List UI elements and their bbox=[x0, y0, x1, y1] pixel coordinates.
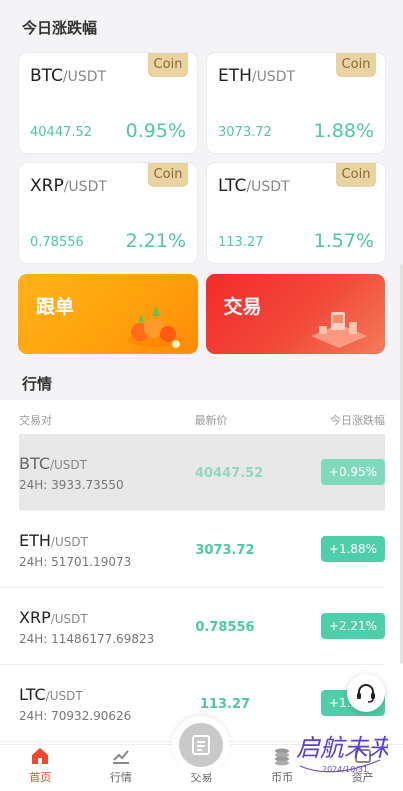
ticker-card-ltc[interactable]: LTC/USDT Coin 113.27 1.57% bbox=[206, 162, 386, 264]
tab-market-label: 行情 bbox=[109, 771, 132, 784]
customer-support-button[interactable] bbox=[347, 674, 385, 712]
card-pair: BTC/USDT bbox=[30, 66, 106, 86]
row-base: XRP bbox=[19, 608, 51, 627]
coin-tag: Coin bbox=[336, 53, 376, 77]
tab-market[interactable]: 行情 bbox=[81, 745, 162, 791]
row-volume: 24H: 3933.73550 bbox=[19, 478, 124, 492]
card-change: 2.21% bbox=[125, 230, 186, 252]
trade-label: 交易 bbox=[223, 296, 262, 318]
row-volume: 24H: 11486177.69823 bbox=[19, 632, 155, 646]
row-base: LTC bbox=[19, 685, 46, 704]
col-pair: 交易对 bbox=[19, 414, 52, 427]
row-last-price: 0.78556 bbox=[195, 620, 255, 635]
watermark-text: 启航未来 bbox=[296, 734, 388, 762]
home-icon bbox=[32, 748, 49, 764]
coin-tag: Coin bbox=[336, 163, 376, 187]
card-change: 0.95% bbox=[125, 120, 186, 142]
row-last-price: 113.27 bbox=[199, 697, 251, 712]
row-quote: /USDT bbox=[50, 612, 88, 626]
row-pair: LTC/USDT bbox=[19, 685, 83, 704]
ticker-card-eth[interactable]: ETH/USDT Coin 3073.72 1.88% bbox=[206, 52, 386, 154]
card-pair: ETH/USDT bbox=[218, 66, 295, 86]
today-title: 今日涨跌幅 bbox=[22, 19, 98, 37]
headset-icon bbox=[357, 684, 375, 703]
market-list: 交易对 最新价 今日涨跌幅 BTC/USDT 24H: 3933.73550 4… bbox=[0, 400, 403, 742]
card-base: ETH bbox=[218, 66, 252, 86]
row-quote: /USDT bbox=[45, 689, 83, 703]
card-base: LTC bbox=[218, 176, 247, 196]
trade-banner[interactable]: 交易 bbox=[205, 274, 385, 354]
coin-tag: Coin bbox=[148, 53, 188, 77]
card-quote: /USDT bbox=[246, 179, 290, 195]
card-pair: XRP/USDT bbox=[30, 176, 107, 196]
fruit-illustration-icon bbox=[127, 306, 184, 348]
row-last-price: 3073.72 bbox=[195, 543, 255, 558]
trade-center-button[interactable] bbox=[172, 716, 230, 774]
row-volume: 24H: 51701.19073 bbox=[19, 555, 132, 569]
row-quote: /USDT bbox=[49, 458, 87, 472]
card-price: 3073.72 bbox=[218, 125, 272, 140]
market-row-btc[interactable]: BTC/USDT 24H: 3933.73550 40447.52 +0.95% bbox=[19, 434, 385, 511]
card-pair: LTC/USDT bbox=[218, 176, 290, 196]
row-change-badge: +1.88% bbox=[321, 536, 385, 562]
watermark-logo: 启航未来 2024/10/31 bbox=[296, 734, 388, 774]
card-change: 1.57% bbox=[313, 230, 374, 252]
feature-banners: 跟单 交易 bbox=[0, 264, 403, 360]
row-change-badge: +2.21% bbox=[321, 613, 385, 639]
row-pair: XRP/USDT bbox=[19, 608, 88, 627]
row-volume: 24H: 70932.90626 bbox=[19, 709, 132, 723]
trade-center-inner bbox=[179, 723, 223, 767]
col-last-price: 最新价 bbox=[194, 414, 228, 427]
market-row-xrp[interactable]: XRP/USDT 24H: 11486177.69823 0.78556 +2.… bbox=[0, 588, 385, 665]
row-pair: BTC/USDT bbox=[19, 454, 87, 473]
row-base: BTC bbox=[19, 454, 50, 473]
row-change-badge: +0.95% bbox=[321, 459, 385, 485]
trading-platform-icon bbox=[311, 312, 367, 348]
card-price: 0.78556 bbox=[30, 235, 84, 250]
market-title: 行情 bbox=[22, 375, 53, 393]
row-pair: ETH/USDT bbox=[19, 531, 88, 550]
today-section-title: 今日涨跌幅 bbox=[0, 0, 403, 44]
tab-home-label: 首页 bbox=[29, 771, 52, 784]
coins-icon bbox=[275, 748, 290, 766]
copy-trading-banner[interactable]: 跟单 bbox=[18, 274, 198, 354]
tab-home[interactable]: 首页 bbox=[0, 745, 81, 791]
card-quote: /USDT bbox=[62, 69, 107, 85]
market-section-title: 行情 bbox=[0, 360, 403, 400]
card-base: BTC bbox=[30, 66, 63, 86]
card-price: 113.27 bbox=[218, 235, 264, 250]
tab-coins-label: 币币 bbox=[271, 771, 294, 784]
chart-icon bbox=[112, 750, 129, 764]
copy-trading-label: 跟单 bbox=[36, 296, 75, 318]
document-icon bbox=[192, 735, 210, 755]
card-price: 40447.52 bbox=[30, 125, 93, 140]
card-base: XRP bbox=[30, 176, 64, 196]
ticker-cards: BTC/USDT Coin 40447.52 0.95% ETH/USDT Co… bbox=[0, 44, 403, 264]
ticker-card-xrp[interactable]: XRP/USDT Coin 0.78556 2.21% bbox=[18, 162, 198, 264]
coin-tag: Coin bbox=[148, 163, 188, 187]
row-base: ETH bbox=[19, 531, 51, 550]
ticker-card-btc[interactable]: BTC/USDT Coin 40447.52 0.95% bbox=[18, 52, 198, 154]
row-quote: /USDT bbox=[50, 535, 88, 549]
card-quote: /USDT bbox=[63, 179, 107, 195]
row-last-price: 40447.52 bbox=[195, 466, 264, 481]
col-change: 今日涨跌幅 bbox=[330, 414, 385, 427]
market-column-headers: 交易对 最新价 今日涨跌幅 bbox=[0, 400, 403, 434]
card-quote: /USDT bbox=[251, 69, 296, 85]
market-row-eth[interactable]: ETH/USDT 24H: 51701.19073 3073.72 +1.88% bbox=[0, 511, 385, 588]
card-change: 1.88% bbox=[313, 120, 374, 142]
